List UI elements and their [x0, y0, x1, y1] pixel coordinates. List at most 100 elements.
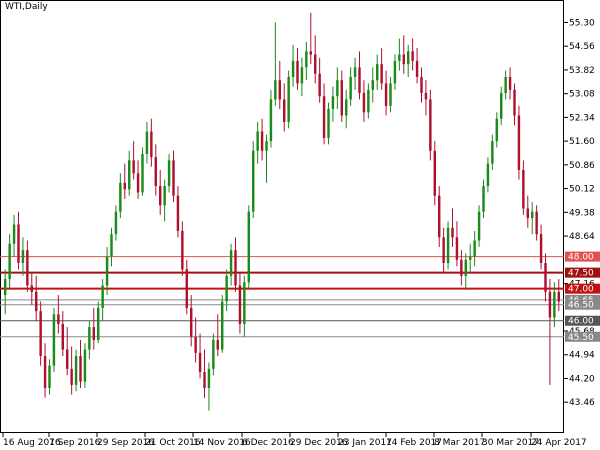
candle-body-down — [136, 173, 140, 193]
candle-body-down — [172, 160, 175, 196]
candle-body-down — [460, 259, 463, 276]
candle-body-up — [499, 93, 503, 119]
candle-body-down — [415, 60, 419, 77]
y-tick-label: 50.86 — [569, 161, 595, 171]
candle-body-up — [553, 291, 556, 318]
candle — [96, 301, 100, 344]
level-label: 46.50 — [568, 301, 594, 311]
candle — [260, 118, 264, 161]
candle-body-down — [411, 51, 414, 61]
candle — [234, 237, 237, 292]
candle-body-up — [52, 314, 56, 366]
candle — [477, 205, 481, 247]
candle — [101, 279, 104, 321]
candle-body-up — [446, 227, 450, 264]
candle — [415, 48, 419, 84]
candle-body-up — [96, 307, 100, 340]
candle — [251, 141, 255, 219]
candle — [132, 141, 135, 180]
candle — [548, 279, 552, 385]
candle — [8, 234, 11, 289]
candle — [305, 41, 308, 81]
candle-body-up — [145, 131, 149, 154]
candle — [17, 211, 20, 270]
x-tick-label: 6 Dec 2016 — [242, 438, 294, 448]
candle-body-down — [70, 368, 73, 385]
candle — [287, 70, 290, 129]
candle-body-down — [313, 54, 317, 74]
candle — [57, 295, 60, 334]
candle-body-down — [340, 80, 344, 116]
y-tick-label: 48.64 — [569, 232, 595, 242]
y-tick-label: 52.34 — [569, 113, 595, 123]
candle — [247, 205, 251, 289]
level-label: 48.00 — [568, 253, 594, 263]
candle-body-up — [274, 80, 277, 100]
candle-body-up — [327, 109, 330, 138]
candle-body-up — [167, 160, 171, 187]
candle — [380, 48, 383, 90]
candle — [92, 307, 96, 350]
candle — [207, 362, 211, 411]
candle-body-down — [358, 67, 361, 94]
candle-body-up — [486, 163, 490, 187]
candle — [145, 121, 149, 164]
candle — [446, 221, 450, 270]
candle-body-down — [216, 339, 220, 350]
candle-body-down — [380, 64, 383, 84]
candle-body-down — [526, 208, 530, 219]
candle — [167, 153, 171, 193]
candle-body-down — [65, 349, 69, 369]
candle — [282, 83, 286, 132]
candle-body-down — [194, 336, 197, 353]
candle-body-down — [61, 323, 65, 350]
candle-body-down — [34, 291, 38, 312]
candle — [491, 134, 494, 170]
candle-body-up — [482, 186, 485, 212]
price-axis: 55.30 54.56 53.82 53.08 52.34 51.60 50.86 50.12… — [564, 18, 595, 408]
candle-body-up — [336, 80, 339, 97]
level-label: 47.50 — [568, 269, 594, 279]
candle-body-down — [424, 93, 428, 100]
candle — [83, 343, 87, 389]
candle-body-down — [433, 150, 437, 196]
candle-body-down — [557, 291, 561, 302]
candle — [349, 67, 352, 106]
candle-body-down — [43, 356, 47, 389]
candle-body-down — [198, 352, 202, 373]
candle — [119, 173, 122, 219]
candle-body-down — [508, 76, 512, 90]
y-tick-label: 53.08 — [569, 90, 595, 100]
x-tick-label: 24 Apr 2017 — [531, 438, 587, 448]
candle — [499, 86, 503, 126]
candle-body-up — [468, 256, 472, 260]
candle — [344, 89, 348, 129]
candle-body-up — [48, 365, 51, 389]
candle-body-up — [291, 60, 295, 77]
candle-body-up — [163, 186, 166, 206]
candle — [371, 67, 375, 103]
candle — [358, 51, 361, 100]
candle-body-up — [141, 153, 144, 193]
candle-body-down — [282, 99, 286, 122]
candle-body-up — [3, 279, 7, 296]
candle — [154, 144, 158, 196]
candle — [65, 327, 69, 376]
candle-body-down — [517, 115, 521, 170]
candle-body-up — [12, 224, 16, 244]
candle-body-up — [349, 76, 352, 100]
candle — [278, 60, 282, 110]
candle-body-down — [420, 76, 423, 94]
candle-body-up — [114, 211, 118, 235]
candle-body-down — [189, 307, 193, 337]
y-tick-label: 49.38 — [569, 208, 595, 218]
candle-body-up — [305, 51, 308, 68]
candle-body-down — [185, 269, 189, 308]
candle-body-down — [429, 99, 432, 151]
candle — [530, 202, 534, 235]
candle — [26, 240, 29, 292]
candle — [322, 83, 326, 145]
candle — [265, 134, 268, 183]
candle-body-up — [225, 275, 228, 302]
candle-body-up — [495, 118, 499, 142]
